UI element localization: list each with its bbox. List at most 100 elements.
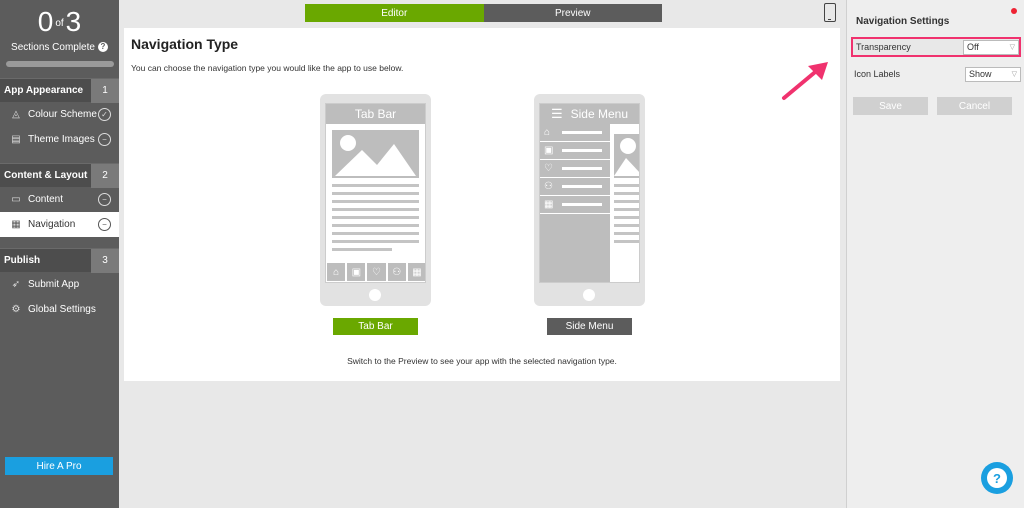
text-line: [332, 248, 392, 251]
text-line: [614, 192, 639, 195]
section-title: Content & Layout: [4, 170, 88, 181]
text-line: [332, 184, 419, 187]
text-line: [614, 200, 639, 203]
text-line: [614, 232, 639, 235]
content-list-icon: ▭: [11, 194, 21, 205]
photo-icon: ▣: [544, 145, 554, 156]
calendar-icon: ▦: [406, 262, 425, 282]
save-button[interactable]: Save: [853, 97, 928, 115]
tab-bar-preview[interactable]: Tab Bar ⌂ ▣ ♡ ⚇ ▦: [320, 94, 431, 306]
help-button[interactable]: ?: [981, 462, 1013, 494]
settings-title: Navigation Settings: [856, 16, 950, 27]
progress-bar: [5, 60, 114, 67]
section-header-content-layout[interactable]: Content & Layout 2: [0, 163, 119, 188]
chevron-down-icon: ▽: [1009, 44, 1015, 51]
gears-icon: ⚙: [11, 304, 21, 315]
minus-circle-icon: −: [98, 133, 111, 146]
sections-complete-label: Sections Complete ?: [0, 42, 119, 53]
check-circle-icon: ✓: [98, 108, 111, 121]
side-menu-preview[interactable]: ☰ Side Menu ⌂ ▣ ♡ ⚇ ▦: [534, 94, 645, 306]
text-line: [614, 216, 639, 219]
section-number: 3: [91, 248, 119, 273]
transparency-row: Transparency Off ▽: [851, 37, 1021, 57]
text-line: [614, 224, 639, 227]
sections-count: 0 of3: [0, 8, 119, 38]
mockup-tab-bar: ⌂ ▣ ♡ ⚇ ▦: [326, 262, 425, 282]
people-icon: ⚇: [386, 262, 407, 282]
annotation-arrow-icon: [782, 62, 828, 100]
hire-a-pro-button[interactable]: Hire A Pro: [5, 457, 113, 475]
home-button-icon: [583, 289, 595, 301]
question-mark-icon: ?: [987, 468, 1007, 488]
text-line: [332, 224, 419, 227]
sidebar-item-label: Submit App: [28, 279, 80, 290]
mockup-title: Tab Bar: [326, 104, 425, 124]
transparency-value: Off: [967, 42, 979, 52]
cancel-button[interactable]: Cancel: [937, 97, 1012, 115]
tab-preview[interactable]: Preview: [483, 4, 662, 22]
minus-circle-icon: −: [98, 193, 111, 206]
hamburger-menu-icon: ☰: [550, 106, 563, 121]
section-title: Publish: [4, 255, 41, 266]
page-description: You can choose the navigation type you w…: [131, 63, 404, 73]
icon-labels-value: Show: [969, 69, 992, 79]
sidebar: 0 of3 Sections Complete ? App Appearance …: [0, 0, 119, 508]
phone-screen: ☰ Side Menu ⌂ ▣ ♡ ⚇ ▦: [539, 103, 640, 283]
heart-icon: ♡: [366, 262, 387, 282]
sections-complete-text: Sections Complete: [11, 41, 95, 53]
help-icon[interactable]: ?: [97, 42, 108, 53]
progress-block: 0 of3 Sections Complete ?: [0, 0, 119, 75]
section-header-app-appearance[interactable]: App Appearance 1: [0, 78, 119, 103]
sidebar-item-theme-images[interactable]: ▤ Theme Images −: [0, 127, 119, 152]
menu-row: ⚇: [540, 178, 610, 196]
sections-nav: App Appearance 1 ◬ Colour Scheme ✓ ▤ The…: [0, 78, 119, 322]
transparency-label: Transparency: [856, 42, 911, 52]
sidebar-item-label: Global Settings: [28, 304, 96, 315]
text-line: [332, 192, 419, 195]
sidebar-item-global-settings[interactable]: ⚙ Global Settings: [0, 297, 119, 322]
section-number: 2: [91, 163, 119, 188]
tab-bar-button[interactable]: Tab Bar: [333, 318, 418, 335]
mobile-device-icon[interactable]: [824, 3, 836, 22]
sidebar-item-submit-app[interactable]: ➶ Submit App: [0, 272, 119, 297]
photo-icon: ▣: [346, 262, 367, 282]
sidebar-item-label: Theme Images: [28, 134, 95, 145]
section-header-publish[interactable]: Publish 3: [0, 248, 119, 273]
chevron-down-icon: ▽: [1011, 71, 1017, 78]
section-title: App Appearance: [4, 85, 84, 96]
text-line: [332, 208, 419, 211]
sidebar-item-colour-scheme[interactable]: ◬ Colour Scheme ✓: [0, 102, 119, 127]
navigation-settings-panel: Navigation Settings Transparency Off ▽ I…: [846, 0, 1024, 508]
notification-dot: [1011, 8, 1017, 14]
menu-row: ⌂: [540, 124, 610, 142]
text-line: [332, 232, 419, 235]
menu-row: ▣: [540, 142, 610, 160]
phone-screen: Tab Bar ⌂ ▣ ♡ ⚇ ▦: [325, 103, 426, 283]
icon-labels-select[interactable]: Show ▽: [965, 66, 1021, 82]
sidebar-item-label: Colour Scheme: [28, 109, 97, 120]
home-icon: ⌂: [544, 127, 551, 138]
footnote-text: Switch to the Preview to see your app wi…: [347, 356, 617, 366]
calendar-icon: ▦: [544, 199, 554, 210]
completed-count: 0: [37, 6, 54, 37]
tab-editor[interactable]: Editor: [305, 4, 484, 22]
mockup-side-menu: ⌂ ▣ ♡ ⚇ ▦: [540, 124, 610, 282]
editor-preview-tabs: Editor Preview: [305, 4, 662, 22]
sidebar-item-navigation[interactable]: ▦ Navigation −: [0, 212, 119, 237]
home-icon: ⌂: [326, 262, 347, 282]
transparency-select[interactable]: Off ▽: [963, 39, 1019, 55]
text-line: [614, 240, 639, 243]
image-file-icon: ▤: [11, 134, 21, 145]
text-line: [614, 184, 639, 187]
mockup-title-bar: ☰ Side Menu: [540, 104, 639, 124]
sidebar-item-content[interactable]: ▭ Content −: [0, 187, 119, 212]
icon-labels-label: Icon Labels: [854, 69, 901, 79]
image-placeholder-icon: [614, 134, 639, 178]
minus-circle-icon: −: [98, 218, 111, 231]
text-line: [332, 240, 419, 243]
menu-row: ▦: [540, 196, 610, 214]
home-button-icon: [369, 289, 381, 301]
side-menu-button[interactable]: Side Menu: [547, 318, 632, 335]
text-line: [614, 208, 639, 211]
rocket-icon: ➶: [11, 279, 21, 290]
